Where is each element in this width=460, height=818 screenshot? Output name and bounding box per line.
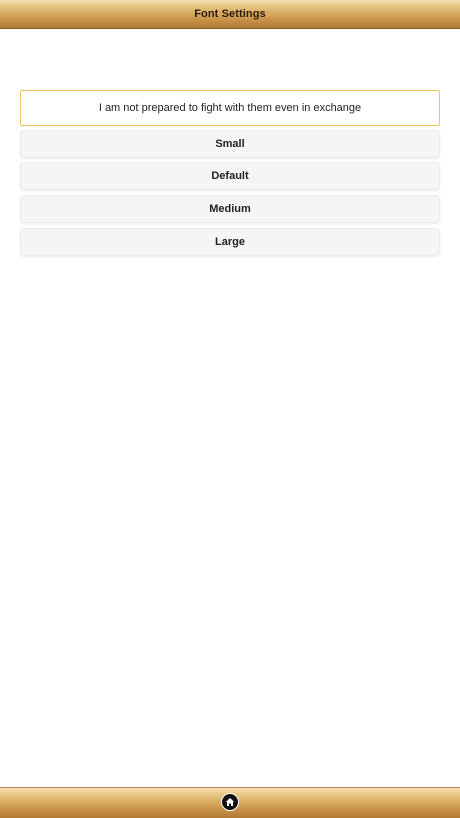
font-size-default-button[interactable]: Default [20, 162, 440, 190]
font-size-medium-label: Medium [209, 203, 251, 215]
font-size-small-button[interactable]: Small [20, 130, 440, 158]
font-size-medium-button[interactable]: Medium [20, 195, 440, 223]
home-icon [225, 797, 235, 807]
top-bar: Font Settings [0, 0, 460, 29]
font-size-large-button[interactable]: Large [20, 228, 440, 256]
page-title: Font Settings [194, 8, 266, 20]
home-button[interactable] [221, 793, 239, 811]
font-size-small-label: Small [215, 138, 245, 150]
font-settings-screen: Font Settings I am not prepared to fight… [0, 0, 460, 818]
font-size-default-label: Default [211, 170, 249, 182]
font-preview-box: I am not prepared to fight with them eve… [20, 90, 440, 126]
font-preview-text: I am not prepared to fight with them eve… [98, 102, 362, 114]
font-size-large-label: Large [215, 236, 245, 248]
bottom-bar [0, 787, 460, 818]
